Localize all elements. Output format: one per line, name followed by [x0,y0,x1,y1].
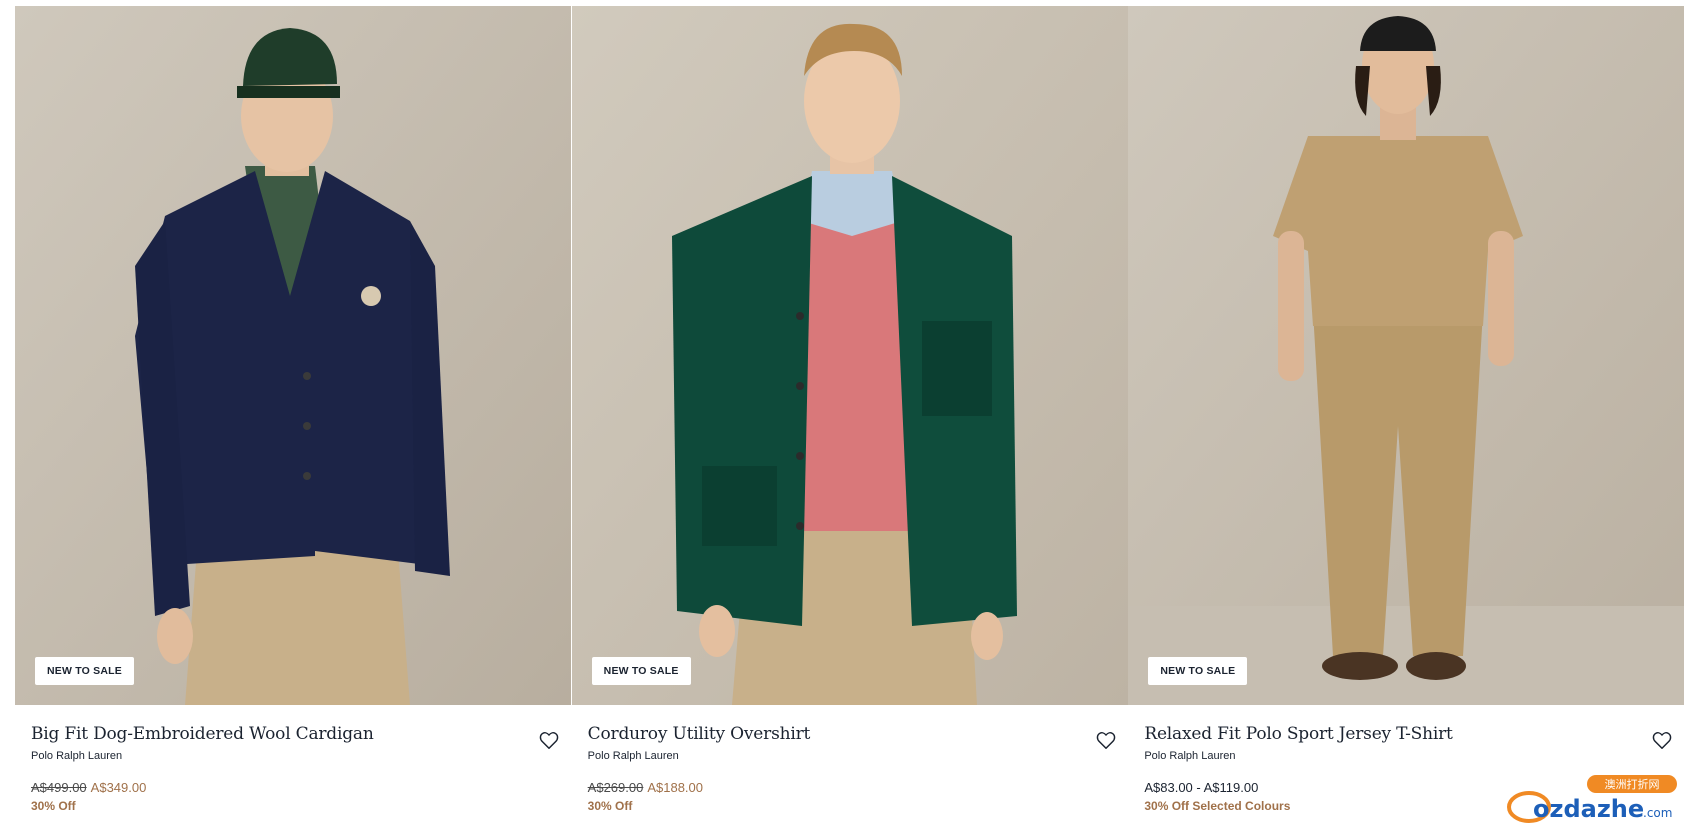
discount-label: 30% Off [587,799,633,813]
product-image[interactable] [15,6,571,705]
product-title[interactable]: Big Fit Dog-Embroidered Wool Cardigan [31,724,571,744]
model-photo-tshirt [1128,6,1685,705]
product-title[interactable]: Relaxed Fit Polo Sport Jersey T-Shirt [1144,724,1684,744]
watermark-suffix-text: .com [1643,806,1672,820]
model-photo-cardigan [15,6,571,705]
original-price: A$269.00 [587,780,644,795]
product-card[interactable]: NEW TO SALE Relaxed Fit Polo Sport Jerse… [1128,6,1685,833]
product-info: Corduroy Utility Overshirt Polo Ralph La… [588,724,1128,813]
new-to-sale-badge: NEW TO SALE [35,657,134,685]
wishlist-heart-icon[interactable] [1095,729,1117,751]
new-to-sale-badge: NEW TO SALE [591,657,691,685]
price-row: A$269.00 A$188.00 [588,780,1128,795]
price-range: A$83.00 - A$119.00 [1144,780,1259,795]
sale-price: A$188.00 [647,780,704,795]
product-brand: Polo Ralph Lauren [587,750,679,762]
new-to-sale-badge: NEW TO SALE [1148,657,1248,685]
original-price: A$499.00 [31,780,87,795]
watermark-brand-text: ozdazhe [1533,795,1644,823]
discount-label: 30% Off [31,799,76,813]
watermark-top-text: 澳洲打折网 [1605,777,1660,791]
product-brand: Polo Ralph Lauren [31,750,123,762]
product-brand: Polo Ralph Lauren [1144,750,1236,762]
wishlist-heart-icon[interactable] [538,729,560,751]
product-card[interactable]: NEW TO SALE Corduroy Utility Overshirt P… [571,6,1128,833]
model-photo-overshirt [571,6,1128,705]
product-title[interactable]: Corduroy Utility Overshirt [588,724,1128,744]
ozdazhe-watermark-logo: 澳洲打折网 ozdazhe .com [1507,775,1677,825]
product-image[interactable] [571,6,1128,705]
price-row: A$499.00 A$349.00 [31,780,571,795]
product-info: Big Fit Dog-Embroidered Wool Cardigan Po… [31,724,571,813]
product-grid: NEW TO SALE Big Fit Dog-Embroidered Wool… [15,6,1685,833]
product-card[interactable]: NEW TO SALE Big Fit Dog-Embroidered Wool… [15,6,571,833]
sale-price: A$349.00 [90,780,147,795]
wishlist-heart-icon[interactable] [1651,729,1673,751]
product-image[interactable] [1128,6,1685,705]
